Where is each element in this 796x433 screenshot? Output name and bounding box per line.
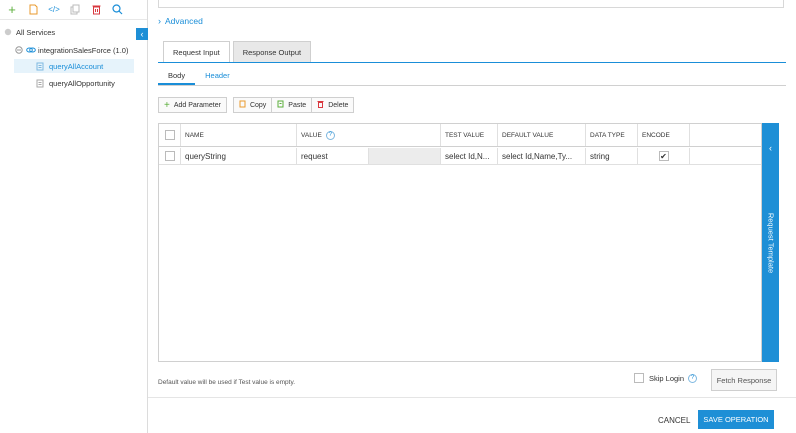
add-parameter-label: Add Parameter — [173, 101, 221, 109]
col-test-value[interactable]: TEST VALUE — [441, 124, 498, 146]
copy-icon[interactable] — [67, 3, 83, 17]
advanced-toggle[interactable]: › Advanced — [158, 16, 203, 26]
operation-icon — [36, 62, 44, 70]
delete-button[interactable]: Delete — [312, 98, 354, 112]
col-value-label: VALUE — [301, 131, 322, 139]
encode-checkbox[interactable]: ✔ — [658, 151, 669, 161]
table-row[interactable]: queryString request select Id,N... selec… — [159, 148, 761, 165]
new-file-icon[interactable] — [25, 3, 41, 17]
collapse-sidebar-button[interactable]: ‹ — [136, 28, 148, 40]
skip-login[interactable]: Skip Login ? — [634, 373, 698, 383]
tree-operation-queryallaccount[interactable]: queryAllAccount — [14, 59, 134, 73]
services-icon — [4, 28, 12, 36]
operation-icon — [36, 79, 44, 87]
code-icon[interactable]: </> — [46, 3, 62, 17]
col-name[interactable]: NAME — [181, 124, 297, 146]
delete-icon[interactable] — [88, 3, 104, 17]
link-icon — [26, 47, 36, 53]
cell-filler — [690, 148, 694, 164]
copy-button[interactable]: Copy — [233, 98, 273, 112]
chevron-right-icon: › — [158, 16, 161, 26]
col-default-value[interactable]: DEFAULT VALUE — [498, 124, 586, 146]
service-sidebar: + </> ‹ All Services integrationSalesFor… — [0, 0, 148, 433]
operation-label: queryAllOpportunity — [49, 78, 115, 88]
top-panel — [158, 0, 784, 8]
footer-divider — [148, 397, 796, 398]
parameter-grid: NAME VALUE ? TEST VALUE DEFAULT VALUE DA… — [158, 123, 762, 362]
delete-label: Delete — [328, 101, 349, 109]
help-icon[interactable]: ? — [688, 373, 698, 383]
copy-label: Copy — [249, 101, 267, 109]
row-select-cell — [159, 148, 181, 164]
skip-login-checkbox[interactable] — [634, 373, 644, 383]
cell-test-value[interactable]: select Id,N... — [441, 148, 498, 164]
tab-header[interactable]: Header — [195, 70, 240, 85]
select-all-cell — [159, 124, 181, 146]
param-actions: + Add Parameter Copy Paste Delete — [158, 97, 355, 113]
col-filler — [690, 124, 761, 146]
body-header-tabs: Body Header — [158, 70, 786, 86]
save-operation-button[interactable]: SAVE OPERATION — [698, 410, 774, 429]
help-icon[interactable]: ? — [325, 130, 335, 140]
request-template-label: Request Template — [766, 212, 776, 274]
cell-data-type[interactable]: string — [586, 148, 638, 164]
collapse-node-icon[interactable] — [15, 46, 23, 54]
cell-value-picker[interactable] — [369, 148, 441, 164]
cell-name[interactable]: queryString — [181, 148, 297, 164]
advanced-label: Advanced — [165, 16, 203, 26]
tab-underline — [158, 62, 786, 63]
tab-body[interactable]: Body — [158, 70, 196, 85]
fetch-response-button[interactable]: Fetch Response — [711, 369, 777, 391]
row-checkbox[interactable] — [164, 151, 175, 161]
paste-button[interactable]: Paste — [272, 98, 313, 112]
tree-root[interactable]: All Services — [4, 25, 55, 39]
copy-icon — [239, 100, 246, 110]
sidebar-toolbar: + </> — [0, 0, 147, 20]
edit-button-group: Copy Paste Delete — [232, 97, 355, 113]
operation-editor: › Advanced Request Input Response Output… — [148, 0, 796, 433]
cell-encode[interactable]: ✔ — [638, 148, 690, 164]
request-template-panel[interactable]: ‹ Request Template — [762, 123, 779, 362]
operation-label: queryAllAccount — [49, 61, 104, 71]
add-parameter-button[interactable]: + Add Parameter — [158, 97, 227, 113]
tab-response-output[interactable]: Response Output — [232, 41, 312, 63]
tree-service-label: integrationSalesForce (1.0) — [38, 45, 129, 55]
col-data-type[interactable]: DATA TYPE — [586, 124, 638, 146]
chevron-left-icon[interactable]: ‹ — [762, 143, 779, 153]
paste-label: Paste — [288, 101, 307, 109]
trash-icon — [317, 100, 324, 110]
cell-default-value[interactable]: select Id,Name,Ty... — [498, 148, 586, 164]
select-all-checkbox[interactable] — [164, 130, 175, 140]
col-encode[interactable]: ENCODE — [638, 124, 690, 146]
tree-service[interactable]: integrationSalesForce (1.0) — [15, 43, 128, 57]
skip-login-label: Skip Login — [649, 373, 685, 383]
tree-root-label: All Services — [16, 27, 56, 37]
cell-value[interactable]: request — [297, 148, 369, 164]
cancel-button[interactable]: CANCEL — [658, 416, 690, 425]
tree-operation-queryallopportunity[interactable]: queryAllOpportunity — [36, 76, 115, 90]
plus-icon: + — [164, 99, 170, 111]
grid-header-row: NAME VALUE ? TEST VALUE DEFAULT VALUE DA… — [159, 124, 761, 147]
io-tabs: Request Input Response Output — [163, 41, 314, 63]
add-icon[interactable]: + — [4, 2, 20, 17]
paste-icon — [277, 100, 284, 110]
search-icon[interactable] — [109, 3, 125, 17]
default-value-hint: Default value will be used if Test value… — [158, 379, 296, 386]
col-value[interactable]: VALUE ? — [297, 124, 441, 146]
chevron-left-icon: ‹ — [140, 29, 144, 39]
tab-request-input[interactable]: Request Input — [163, 41, 230, 63]
